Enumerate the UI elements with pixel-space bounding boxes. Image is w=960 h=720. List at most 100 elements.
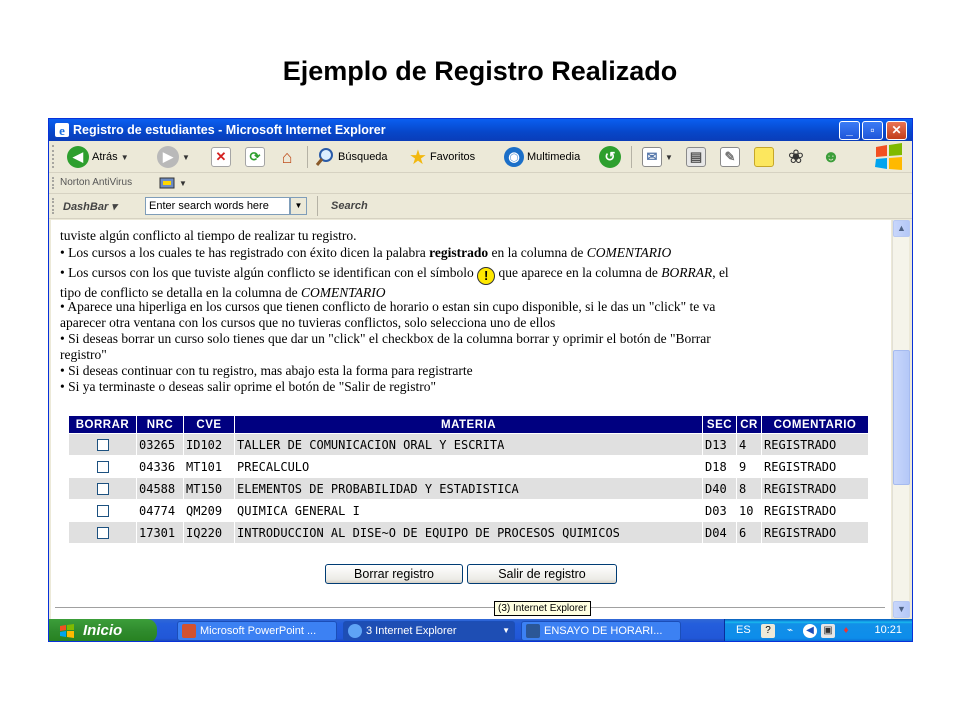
exit-registration-button[interactable]: Salir de registro bbox=[467, 564, 617, 584]
sec-cell: D40 bbox=[703, 478, 736, 499]
toolbar-separator bbox=[631, 146, 632, 168]
warning-icon: ! bbox=[477, 267, 496, 285]
delete-checkbox[interactable] bbox=[96, 461, 109, 473]
back-icon[interactable]: ◀ bbox=[803, 624, 817, 638]
cr-cell: 10 bbox=[737, 500, 761, 521]
home-button[interactable]: ⌂ bbox=[277, 145, 297, 169]
messenger-button[interactable]: ☻ bbox=[822, 145, 840, 169]
slide-title: Ejemplo de Registro Realizado bbox=[282, 56, 678, 86]
text: en la columna de bbox=[488, 245, 587, 260]
search-toolbar-button[interactable]: Búsqueda bbox=[315, 145, 388, 169]
materia-cell: TALLER DE COMUNICACION ORAL Y ESCRITA bbox=[235, 434, 702, 455]
antivirus-tray-icon[interactable]: ♦ bbox=[839, 624, 853, 638]
back-dropdown-icon[interactable]: ▼ bbox=[121, 153, 129, 162]
scroll-up-icon[interactable]: ▲ bbox=[893, 220, 910, 237]
start-label: Inicio bbox=[83, 622, 123, 639]
delete-checkbox[interactable] bbox=[96, 527, 109, 539]
search-dropdown-icon[interactable]: ▼ bbox=[290, 197, 307, 215]
header-materia: MATERIA bbox=[235, 416, 702, 433]
minimize-button[interactable]: _ bbox=[839, 121, 860, 140]
table-row: 04588 MT150 ELEMENTOS DE PROBABILIDAD Y … bbox=[69, 478, 868, 499]
ie-taskbar-icon bbox=[348, 624, 362, 638]
vertical-scrollbar[interactable]: ▲ ▼ bbox=[892, 220, 910, 618]
cve-cell: QM209 bbox=[184, 500, 234, 521]
comentario-cell: REGISTRADO bbox=[762, 500, 868, 521]
dashbar-search-input[interactable]: Enter search words here bbox=[145, 197, 290, 215]
research-button[interactable]: ❀ bbox=[788, 145, 804, 169]
start-button[interactable]: Inicio bbox=[49, 619, 157, 641]
cr-cell: 9 bbox=[737, 456, 761, 477]
display-icon[interactable]: ▣ bbox=[821, 624, 835, 638]
forward-button[interactable]: ▶ ▼ bbox=[157, 145, 190, 169]
stop-button[interactable]: ✕ bbox=[211, 145, 231, 169]
close-button[interactable]: ✕ bbox=[886, 121, 907, 140]
text: registro" bbox=[60, 346, 107, 362]
registration-table: BORRAR NRC CVE MATERIA SEC CR COMENTARIO… bbox=[68, 415, 869, 544]
table-header-row: BORRAR NRC CVE MATERIA SEC CR COMENTARIO bbox=[69, 416, 868, 433]
delete-checkbox[interactable] bbox=[96, 439, 109, 451]
maximize-button[interactable]: ▫ bbox=[862, 121, 883, 140]
print-button[interactable]: ▤ bbox=[686, 145, 706, 169]
column-name: BORRAR bbox=[661, 265, 713, 280]
history-button[interactable]: ↺ bbox=[599, 145, 621, 169]
taskbar-item-internet-explorer[interactable]: 3 Internet Explorer ▼ bbox=[343, 621, 515, 641]
help-icon[interactable]: ? bbox=[761, 624, 775, 638]
mail-dropdown-icon[interactable]: ▼ bbox=[665, 153, 673, 162]
divider bbox=[55, 607, 885, 608]
printer-icon: ▤ bbox=[686, 147, 706, 167]
header-comentario: COMENTARIO bbox=[762, 416, 868, 433]
refresh-button[interactable]: ⟳ bbox=[245, 145, 265, 169]
norton-dropdown-icon[interactable]: ▼ bbox=[179, 179, 187, 188]
delete-checkbox[interactable] bbox=[96, 505, 109, 517]
toolbar-grip[interactable] bbox=[52, 198, 55, 214]
forward-dropdown-icon[interactable]: ▼ bbox=[182, 153, 190, 162]
dashbar-menu[interactable]: DashBar ▾ bbox=[63, 200, 117, 213]
text: que aparece en la columna de bbox=[495, 265, 662, 280]
standard-toolbar: ◀ Atrás ▼ ▶ ▼ ✕ ⟳ ⌂ Búsqueda ★ Favoritos bbox=[49, 141, 912, 173]
comentario-cell: REGISTRADO bbox=[762, 478, 868, 499]
mail-button[interactable]: ✉ ▼ bbox=[642, 145, 673, 169]
toolbar-grip[interactable] bbox=[52, 145, 55, 168]
back-button[interactable]: ◀ Atrás ▼ bbox=[67, 145, 129, 169]
instruction-conflict: • Los cursos con los que tuviste algún c… bbox=[60, 265, 870, 301]
text: Si ya terminaste o deseas salir oprime e… bbox=[64, 379, 437, 394]
title-bar[interactable]: e Registro de estudiantes - Microsoft In… bbox=[49, 119, 912, 141]
discuss-button[interactable] bbox=[754, 145, 774, 169]
norton-antivirus-icon[interactable] bbox=[159, 176, 175, 190]
comentario-cell: REGISTRADO bbox=[762, 434, 868, 455]
scroll-down-icon[interactable]: ▼ bbox=[893, 601, 910, 618]
media-globe-icon: ◉ bbox=[504, 147, 524, 167]
taskbar-item-word[interactable]: ENSAYO DE HORARI... bbox=[521, 621, 681, 641]
text: Los cursos con los que tuviste algún con… bbox=[64, 265, 478, 280]
toolbar-grip[interactable] bbox=[52, 177, 55, 189]
dashbar-toolbar: DashBar ▾ Enter search words here ▼ Sear… bbox=[49, 194, 912, 219]
dashbar-search-button[interactable]: Search bbox=[331, 200, 368, 212]
media-button[interactable]: ◉ Multimedia bbox=[504, 145, 580, 169]
taskbar-item-label: 3 Internet Explorer bbox=[366, 625, 457, 637]
edit-button[interactable]: ✎ bbox=[720, 145, 740, 169]
text: Los cursos a los cuales te has registrad… bbox=[64, 245, 430, 260]
scroll-thumb[interactable] bbox=[893, 350, 910, 485]
clock: 10:21 bbox=[874, 624, 902, 636]
back-arrow-icon: ◀ bbox=[67, 146, 89, 168]
delete-registration-button[interactable]: Borrar registro bbox=[325, 564, 463, 584]
instruction-delete: • Si deseas borrar un curso solo tienes … bbox=[60, 331, 870, 362]
materia-cell: QUIMICA GENERAL I bbox=[235, 500, 702, 521]
sec-cell: D03 bbox=[703, 500, 736, 521]
delete-checkbox[interactable] bbox=[96, 483, 109, 495]
refresh-icon: ⟳ bbox=[245, 147, 265, 167]
cr-cell: 8 bbox=[737, 478, 761, 499]
search-toolbar-label: Búsqueda bbox=[338, 151, 388, 163]
nrc-cell: 04336 bbox=[137, 456, 183, 477]
instruction-registered: • Los cursos a los cuales te has registr… bbox=[60, 245, 870, 261]
nrc-cell: 04588 bbox=[137, 478, 183, 499]
network-icon[interactable]: ⌁ bbox=[783, 624, 797, 638]
language-indicator[interactable]: ES bbox=[736, 624, 751, 636]
word-icon bbox=[526, 624, 540, 638]
borrar-cell bbox=[69, 456, 136, 477]
borrar-cell bbox=[69, 434, 136, 455]
favorites-button[interactable]: ★ Favoritos bbox=[409, 145, 475, 169]
header-borrar: BORRAR bbox=[69, 416, 136, 433]
cve-cell: MT101 bbox=[184, 456, 234, 477]
taskbar-item-powerpoint[interactable]: Microsoft PowerPoint ... bbox=[177, 621, 337, 641]
